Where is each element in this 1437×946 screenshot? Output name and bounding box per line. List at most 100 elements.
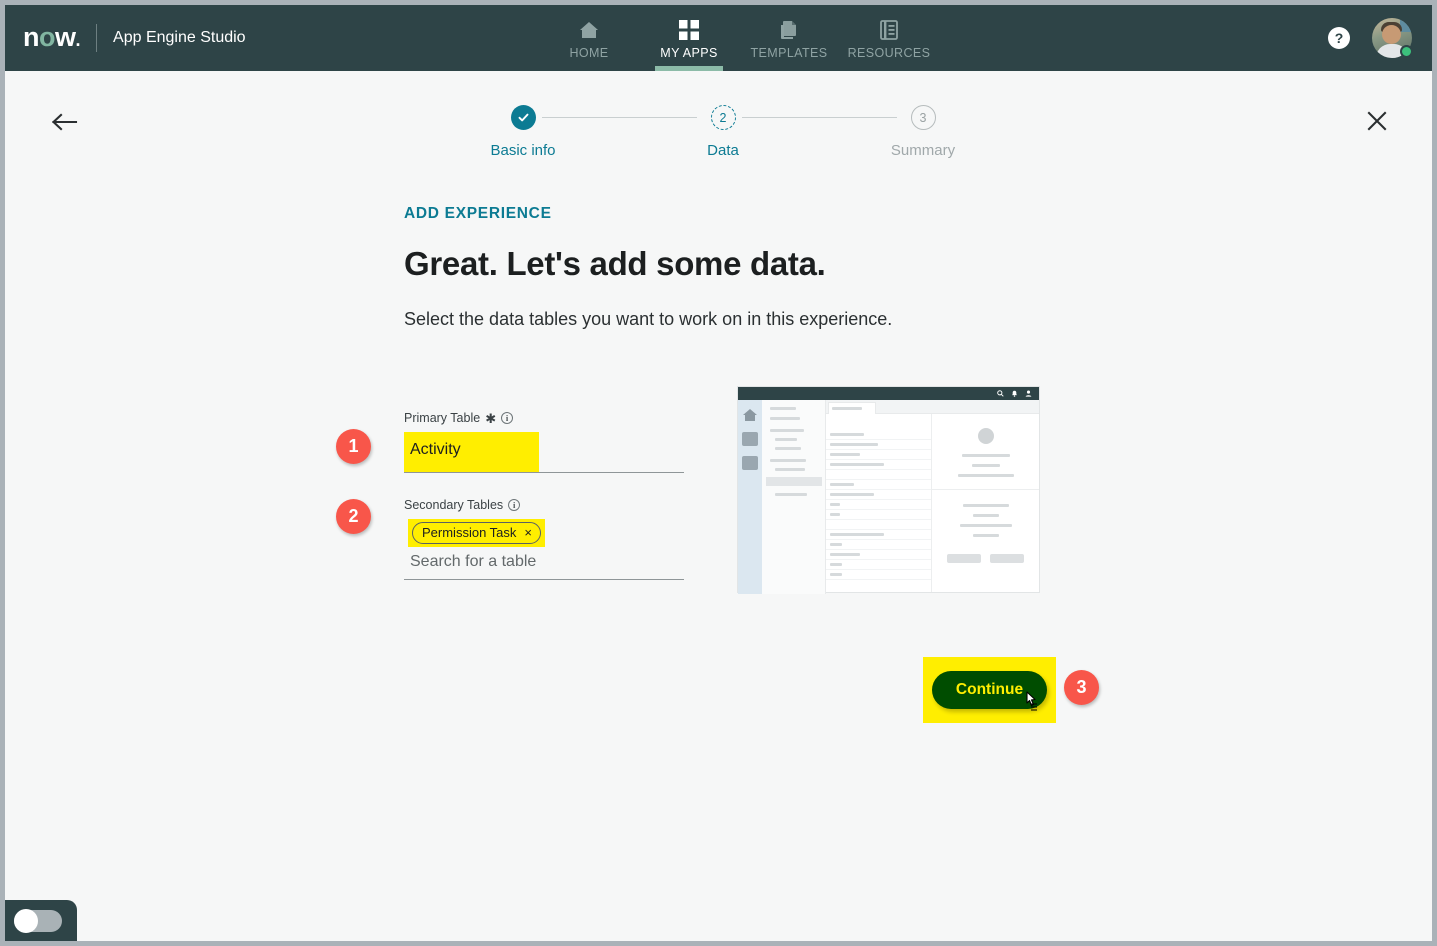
preview-sk	[775, 493, 807, 496]
content-header: ADD EXPERIENCE Great. Let's add some dat…	[404, 205, 1104, 330]
stepper-step-basic-info[interactable]: Basic info	[453, 105, 593, 159]
callout-badge-3: 3	[1064, 670, 1099, 705]
chip-remove-icon[interactable]: ×	[524, 525, 532, 540]
page-subtitle: Select the data tables you want to work …	[404, 309, 893, 329]
info-icon-secondary[interactable]: i	[508, 499, 521, 511]
top-navigation-bar: now. App Engine Studio HOME MY APPS TEMP…	[5, 5, 1432, 71]
secondary-table-search-input[interactable]: Search for a table	[404, 547, 694, 579]
preview-sk	[957, 474, 1014, 477]
preview-row	[826, 450, 931, 460]
now-logo[interactable]: now.	[23, 23, 80, 51]
help-icon[interactable]: ?	[1328, 27, 1350, 49]
experience-preview-thumbnail	[737, 386, 1040, 594]
grid-icon	[678, 17, 700, 43]
preview-row	[826, 530, 931, 540]
page-title: Great. Let's add some data.	[404, 245, 826, 282]
primary-table-label-text: Primary Table	[404, 411, 481, 425]
close-button[interactable]	[1360, 104, 1394, 138]
preview-menu-icon	[742, 432, 758, 446]
continue-button[interactable]: Continue	[931, 671, 1048, 709]
data-form: Primary Table ✱ i Activity Secondary Tab…	[404, 410, 694, 580]
app-window: now. App Engine Studio HOME MY APPS TEMP…	[5, 5, 1432, 941]
topbar-right-actions: ?	[1328, 5, 1432, 71]
stepper-step-summary[interactable]: 3 Summary	[853, 105, 993, 159]
preview-row	[826, 500, 931, 510]
search-icon	[997, 390, 1004, 397]
preview-sk	[775, 447, 801, 450]
preview-sk	[972, 534, 999, 537]
stepper-label-3: Summary	[890, 142, 956, 159]
preview-sk	[775, 468, 805, 471]
preview-sk	[770, 407, 796, 410]
preview-row	[826, 520, 931, 530]
close-icon	[1367, 111, 1387, 131]
chip-label: Permission Task	[422, 525, 517, 540]
preview-main	[826, 400, 1039, 592]
preview-row	[826, 570, 931, 580]
preview-sk	[830, 563, 842, 566]
stepper-marker-1	[510, 105, 536, 130]
required-asterisk: ✱	[485, 410, 497, 426]
brand-divider	[96, 24, 98, 52]
preview-row	[826, 490, 931, 500]
secondary-tables-label-text: Secondary Tables	[404, 498, 504, 512]
preview-sk	[775, 438, 797, 441]
preview-sk	[972, 514, 999, 517]
callout-badge-1: 1	[336, 429, 371, 464]
preview-sk	[830, 543, 842, 546]
avatar[interactable]	[1372, 18, 1413, 58]
nav-item-resources[interactable]: RESOURCES	[839, 5, 939, 71]
nav-item-my-apps[interactable]: MY APPS	[639, 5, 739, 71]
primary-table-label: Primary Table ✱ i	[404, 410, 694, 426]
preview-sk	[770, 417, 800, 420]
toggle-knob	[14, 908, 38, 933]
preview-row	[826, 414, 931, 430]
preview-sk	[962, 504, 1009, 507]
primary-table-underline	[404, 472, 684, 473]
preview-sk	[830, 483, 854, 486]
secondary-tables-underline	[404, 579, 684, 580]
stepper-marker-2: 2	[710, 105, 736, 130]
bottom-left-toggle[interactable]	[5, 900, 77, 941]
nav-item-templates[interactable]: TEMPLATES	[739, 5, 839, 71]
chip-permission-task[interactable]: Permission Task ×	[412, 522, 541, 544]
preview-row	[826, 430, 931, 440]
avatar-face	[1382, 25, 1401, 44]
stepper-marker-3: 3	[910, 105, 936, 130]
info-icon-primary[interactable]: i	[501, 412, 514, 424]
preview-row	[826, 550, 931, 560]
preview-selected-item	[766, 477, 822, 486]
secondary-chip-highlight: Permission Task ×	[408, 519, 545, 547]
preview-icon-rail	[738, 400, 762, 594]
preview-detail-pane	[931, 414, 1039, 592]
preview-row	[826, 510, 931, 520]
preview-tab	[828, 402, 876, 414]
preview-tabstrip	[826, 400, 1039, 414]
arrow-left-icon	[51, 113, 78, 131]
eyebrow-label: ADD EXPERIENCE	[404, 205, 552, 222]
bell-icon	[1011, 390, 1018, 397]
nav-label-resources: RESOURCES	[847, 45, 931, 60]
preview-sk	[830, 503, 840, 506]
primary-table-value[interactable]: Activity	[404, 436, 467, 466]
preview-button	[947, 554, 982, 563]
back-button[interactable]	[47, 105, 81, 139]
preview-sk	[830, 463, 884, 466]
preview-sk	[830, 533, 884, 536]
preview-sidebar	[762, 400, 826, 594]
stepper-step-data[interactable]: 2 Data	[653, 105, 793, 159]
preview-row	[826, 470, 931, 480]
nav-item-home[interactable]: HOME	[539, 5, 639, 71]
preview-row	[826, 460, 931, 470]
preview-sk	[971, 464, 1000, 467]
callout-badge-2: 2	[336, 499, 371, 534]
preview-inbox-icon	[742, 456, 758, 470]
toggle-track	[14, 908, 62, 933]
preview-row	[826, 480, 931, 490]
user-icon	[1025, 390, 1032, 397]
preview-button	[989, 554, 1024, 563]
preview-sk	[770, 429, 804, 432]
stepper-label-1: Basic info	[490, 142, 556, 159]
preview-sk	[830, 553, 860, 556]
continue-button-highlight: Continue	[923, 657, 1056, 723]
